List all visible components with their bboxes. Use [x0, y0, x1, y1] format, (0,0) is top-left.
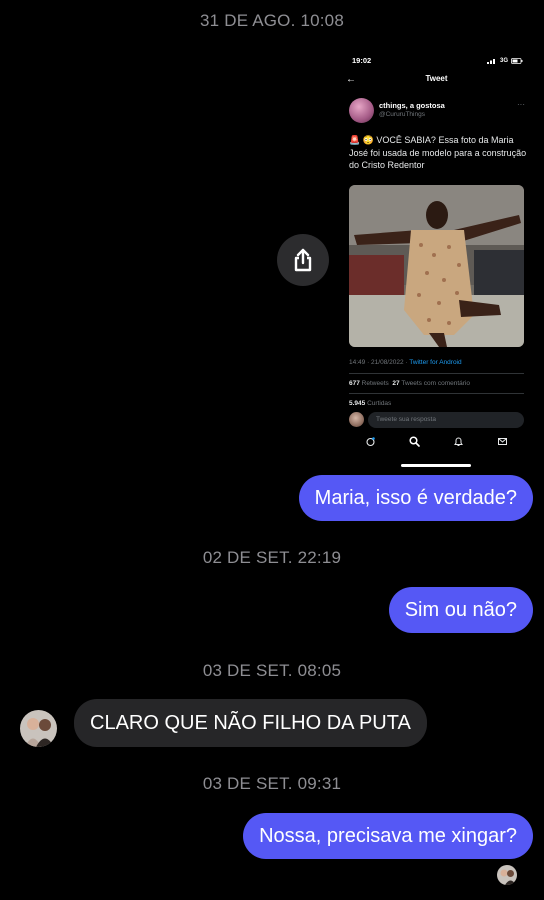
tweet-tab-bar — [340, 435, 533, 447]
more-options-icon: ··· — [517, 100, 525, 109]
timestamp-2: 02 DE SET. 22:19 — [202, 548, 342, 567]
divider — [349, 373, 524, 374]
signal-icon — [486, 58, 495, 64]
quotes-count: 27 — [392, 380, 400, 387]
search-icon — [408, 435, 420, 447]
likes-label: Curtidas — [367, 400, 392, 407]
nav-title: Tweet — [425, 74, 448, 83]
seen-avatar — [497, 865, 517, 885]
author-handle: @CururuThings — [379, 111, 425, 118]
timestamp-4: 03 DE SET. 09:31 — [202, 774, 342, 793]
outgoing-message[interactable]: Maria, isso é verdade? — [298, 475, 533, 521]
timestamp-1: 31 DE AGO. 10:08 — [199, 11, 344, 30]
tweet-meta: 14:49 · 21/08/2022 · Twitter for Android — [349, 359, 462, 366]
home-icon — [364, 435, 376, 447]
outgoing-message[interactable]: Sim ou não? — [388, 587, 533, 633]
tweet-likes: 5.945 Curtidas — [349, 400, 391, 407]
mail-icon — [497, 435, 509, 447]
bell-icon — [453, 435, 465, 447]
tweet-nav: ← Tweet — [340, 74, 533, 88]
reply-avatar — [349, 412, 364, 427]
home-indicator — [401, 464, 471, 467]
retweets-count: 677 — [349, 380, 360, 387]
status-time: 19:02 — [352, 56, 372, 65]
share-icon — [294, 248, 312, 272]
tweet-stats: 677 Retweets 27 Tweets com comentário — [349, 380, 470, 387]
author-name: cthings, a gostosa — [379, 101, 445, 110]
author-avatar — [349, 98, 374, 123]
tweet-timestamp: 14:49 · 21/08/2022 · — [349, 359, 410, 366]
tweet-photo — [349, 185, 524, 347]
reply-input: Tweete sua resposta — [368, 412, 524, 428]
retweets-label: Retweets — [361, 380, 389, 387]
sender-avatar[interactable] — [20, 710, 57, 747]
tweet-source: Twitter for Android — [409, 359, 462, 366]
back-arrow-icon: ← — [346, 74, 356, 85]
incoming-message[interactable]: CLARO QUE NÃO FILHO DA PUTA — [74, 699, 427, 747]
timestamp-3: 03 DE SET. 08:05 — [202, 661, 342, 680]
tweet-text: 🚨 😳 VOCÊ SABIA? Essa foto da Maria José … — [349, 135, 527, 170]
share-button[interactable] — [277, 234, 329, 286]
battery-icon — [511, 57, 523, 64]
likes-count: 5.945 — [349, 400, 366, 407]
divider — [349, 393, 524, 394]
outgoing-message[interactable]: Nossa, precisava me xingar? — [243, 813, 533, 859]
shared-tweet-screenshot[interactable]: 19:02 3G ← Tweet cthings, a gostosa @Cur… — [340, 48, 533, 476]
network-label: 3G — [499, 57, 508, 64]
quotes-label: Tweets com comentário — [401, 380, 470, 387]
status-bar: 19:02 3G — [352, 56, 523, 65]
